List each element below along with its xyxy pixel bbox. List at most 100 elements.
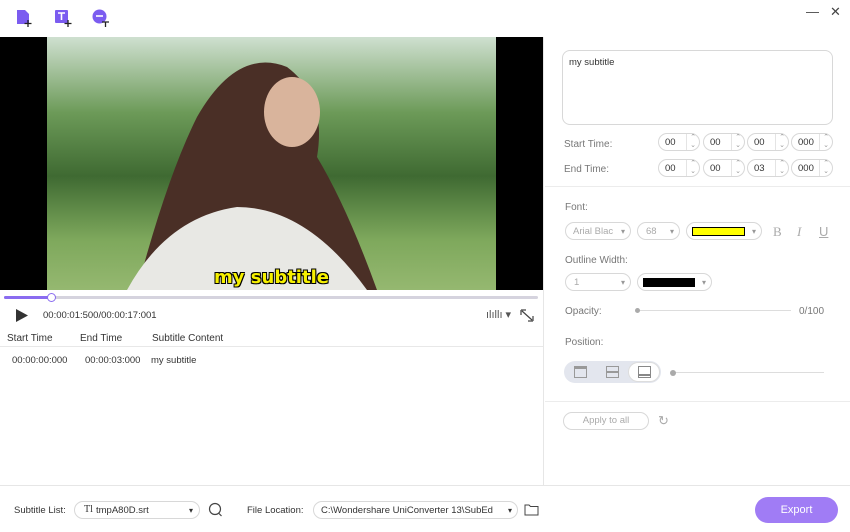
subtitle-file-value: tmpA80D.srt [96, 505, 149, 516]
header-end-time: End Time [80, 333, 123, 344]
position-bottom-button[interactable] [628, 362, 660, 382]
subtitle-text: my subtitle [569, 57, 615, 68]
slider-handle[interactable] [635, 308, 640, 313]
up-down-arrows-icon[interactable]: ⌃ ⌄ [775, 160, 785, 176]
header-subtitle-content: Subtitle Content [152, 333, 224, 344]
start-time-label: Start Time: [564, 139, 613, 150]
end-time-label: End Time: [564, 164, 610, 175]
file-location-label: File Location: [247, 505, 304, 516]
progress-bar[interactable] [4, 293, 538, 302]
opacity-label: Opacity: [565, 306, 602, 317]
close-button[interactable]: ✕ [830, 4, 841, 20]
export-button[interactable]: Export [755, 497, 838, 523]
up-down-arrows-icon[interactable]: ⌃ ⌄ [686, 134, 696, 150]
add-subtitle-icon[interactable] [91, 8, 111, 28]
start-time-spinner[interactable]: 00 ⌃ ⌄ [703, 133, 745, 151]
up-down-arrows-icon[interactable]: ⌃ ⌄ [819, 134, 829, 150]
subtitle-overlay: my subtitle [214, 267, 329, 288]
position-slider[interactable] [670, 370, 824, 376]
header-start-time: Start Time [7, 333, 53, 344]
start-time-spinner[interactable]: 000 ⌃ ⌄ [791, 133, 833, 151]
chevron-down-icon: ▾ [188, 506, 193, 515]
add-text-icon[interactable] [53, 8, 73, 28]
video-person-image [127, 62, 377, 290]
slider-handle[interactable] [670, 370, 676, 376]
chevron-down-icon: ▾ [507, 506, 512, 515]
opacity-value: 0/100 [799, 306, 825, 317]
spinner-value: 00 [710, 163, 721, 174]
spinner-value: 00 [710, 137, 721, 148]
divider [543, 37, 544, 485]
start-time-spinner[interactable]: 00 ⌃ ⌄ [747, 133, 789, 151]
italic-button[interactable]: I [797, 224, 801, 240]
table-row[interactable]: 00:00:00:000 00:00:03:000 my subtitle [0, 350, 543, 370]
bold-button[interactable]: B [773, 224, 782, 240]
file-location-value: C:\Wondershare UniConverter 13\SubEd [321, 505, 493, 516]
up-down-arrows-icon[interactable]: ⌃ ⌄ [775, 134, 785, 150]
position-toggle-group [564, 361, 661, 383]
file-location-select[interactable]: C:\Wondershare UniConverter 13\SubEd ▾ [313, 501, 518, 519]
outline-width-select[interactable]: 1 ▾ [565, 273, 631, 291]
minimize-button[interactable]: — [806, 4, 819, 19]
progress-handle[interactable] [46, 293, 56, 302]
position-bottom-icon [638, 366, 651, 378]
export-label: Export [780, 504, 813, 516]
search-icon[interactable] [208, 502, 223, 517]
font-select[interactable]: Arial Blac ▾ [565, 222, 631, 240]
fullscreen-icon[interactable] [520, 309, 534, 322]
color-swatch [692, 227, 745, 236]
divider [545, 186, 850, 187]
position-top-icon[interactable] [574, 366, 587, 378]
start-time-spinner[interactable]: 00 ⌃ ⌄ [658, 133, 700, 151]
chevron-down-icon: ▾ [620, 227, 625, 236]
outline-width-label: Outline Width: [565, 255, 628, 266]
spinner-value: 000 [798, 163, 814, 174]
spinner-value: 00 [665, 137, 676, 148]
up-down-arrows-icon[interactable]: ⌃ ⌄ [731, 134, 741, 150]
apply-to-all-button[interactable]: Apply to all [563, 412, 649, 430]
opacity-slider[interactable] [635, 308, 791, 313]
up-down-arrows-icon[interactable]: ⌃ ⌄ [731, 160, 741, 176]
spinner-value: 03 [754, 163, 765, 174]
position-label: Position: [565, 337, 604, 348]
end-time-spinner[interactable]: 00 ⌃ ⌄ [658, 159, 700, 177]
font-value: Arial Blac [573, 226, 614, 237]
spinner-value: 00 [665, 163, 676, 174]
divider [0, 346, 543, 347]
up-down-arrows-icon[interactable]: ⌃ ⌄ [686, 160, 696, 176]
underline-button[interactable]: U [819, 224, 828, 239]
font-size-select[interactable]: 68 ▾ [637, 222, 680, 240]
font-color-select[interactable]: ▾ [686, 222, 762, 240]
divider [0, 485, 850, 486]
font-label: Font: [565, 202, 588, 213]
subtitle-list-select[interactable]: Tl tmpA80D.srt ▾ [74, 501, 200, 519]
folder-icon[interactable] [524, 503, 539, 516]
color-swatch [643, 278, 695, 287]
subtitle-text-input[interactable]: my subtitle [562, 50, 833, 125]
add-file-icon[interactable] [15, 8, 35, 28]
spinner-value: 00 [754, 137, 765, 148]
spinner-value: 000 [798, 137, 814, 148]
row-end: 00:00:03:000 [85, 355, 141, 366]
chevron-down-icon: ▾ [751, 227, 756, 236]
video-frame [47, 37, 496, 290]
refresh-icon[interactable]: ↻ [658, 413, 669, 429]
end-time-spinner[interactable]: 03 ⌃ ⌄ [747, 159, 789, 177]
time-display: 00:00:01:500/00:00:17:001 [43, 310, 157, 321]
outline-width-value: 1 [574, 277, 580, 288]
end-time-spinner[interactable]: 000 ⌃ ⌄ [791, 159, 833, 177]
video-preview[interactable]: my subtitle [0, 37, 543, 290]
play-icon[interactable] [16, 309, 28, 322]
row-content: my subtitle [151, 355, 197, 366]
outline-color-select[interactable]: ▾ [637, 273, 712, 291]
chevron-down-icon: ▾ [620, 278, 625, 287]
chevron-down-icon: ▾ [701, 278, 706, 287]
apply-to-all-label: Apply to all [582, 415, 630, 426]
waveform-icon[interactable]: ılıllı ▾ [486, 308, 511, 321]
chevron-down-icon: ▾ [669, 227, 674, 236]
text-file-icon: Tl [84, 504, 93, 515]
divider [545, 401, 850, 402]
end-time-spinner[interactable]: 00 ⌃ ⌄ [703, 159, 745, 177]
up-down-arrows-icon[interactable]: ⌃ ⌄ [819, 160, 829, 176]
position-middle-icon[interactable] [606, 366, 619, 378]
